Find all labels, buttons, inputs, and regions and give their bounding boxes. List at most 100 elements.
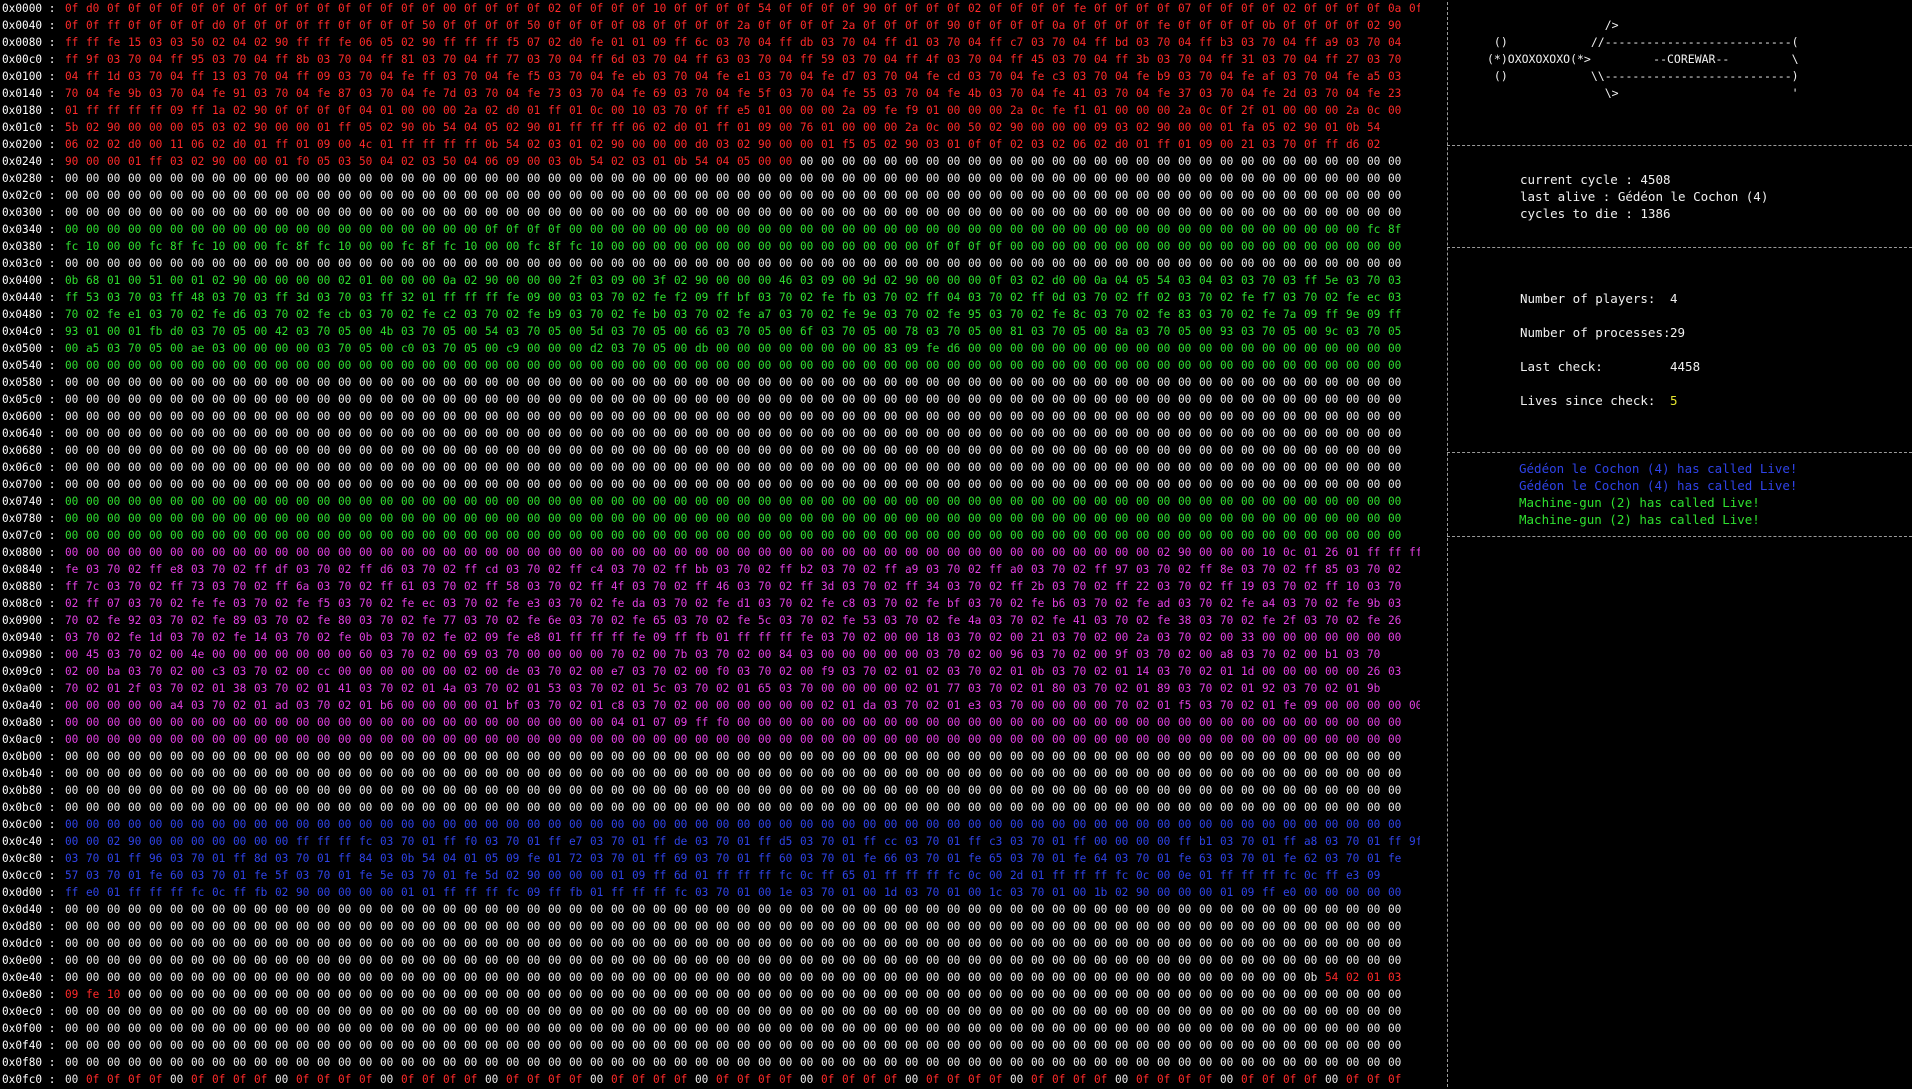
memory-byte: 00 <box>149 1022 163 1035</box>
memory-byte: 31 <box>1241 53 1255 66</box>
memory-byte: 00 <box>212 206 226 219</box>
memory-byte: 00 <box>1178 461 1192 474</box>
memory-byte: 00 <box>254 393 268 406</box>
memory-byte: 01 <box>926 104 940 117</box>
memory-byte: 00 <box>275 529 289 542</box>
memory-byte: 00 <box>863 920 877 933</box>
memory-byte: 54 <box>590 155 604 168</box>
memory-byte: 00 <box>422 172 436 185</box>
memory-byte: 00 <box>464 750 478 763</box>
memory-cells: 00 00 00 00 00 00 00 00 00 00 00 00 00 00 00 00 00 00 00 00… <box>65 255 1415 272</box>
memory-byte: 00 <box>590 869 604 882</box>
memory-byte: 00 <box>443 954 457 967</box>
memory-byte: 00 <box>947 971 961 984</box>
stat-value-highlight: 5 <box>1670 393 1678 408</box>
memory-byte: 00 <box>1157 257 1171 270</box>
memory-byte: 03 <box>107 342 121 355</box>
memory-byte: 00 <box>758 733 772 746</box>
memory-byte: 00 <box>800 138 814 151</box>
memory-byte: 00 <box>716 206 730 219</box>
memory-byte: 0f <box>485 2 499 15</box>
memory-row: 0x0f40 :00 00 00 00 00 00 00 00 00 00 00 00 00 00 00 00… <box>2 1037 1401 1054</box>
memory-byte: 0f <box>65 19 79 32</box>
memory-byte: fb <box>842 291 856 304</box>
memory-byte: 00 <box>1346 750 1360 763</box>
memory-byte: 02 <box>1136 699 1150 712</box>
memory-byte: 00 <box>422 733 436 746</box>
memory-byte: 00 <box>548 427 562 440</box>
memory-byte: 00 <box>1220 359 1234 372</box>
memory-byte: 70 <box>1052 325 1066 338</box>
memory-byte: a8 <box>1304 835 1318 848</box>
memory-byte: 00 <box>779 444 793 457</box>
memory-byte: 00 <box>569 767 583 780</box>
memory-byte: 00 <box>1262 801 1276 814</box>
memory-byte: 00 <box>65 206 79 219</box>
memory-byte: 00 <box>527 461 541 474</box>
memory-byte: 01 <box>401 886 415 899</box>
memory-byte: 02 <box>380 597 394 610</box>
memory-byte: 00 <box>968 393 982 406</box>
memory-byte: 02 <box>716 614 730 627</box>
memory-byte: 00 <box>191 937 205 950</box>
memory-byte: 00 <box>1325 427 1339 440</box>
memory-byte: 00 <box>632 920 646 933</box>
memory-byte: 00 <box>1199 733 1213 746</box>
memory-byte: 03 <box>716 138 730 151</box>
memory-byte: 0f <box>506 2 520 15</box>
memory-byte: 00 <box>1388 155 1402 168</box>
memory-byte: d0 <box>1052 274 1066 287</box>
memory-byte: 02 <box>1031 308 1045 321</box>
memory-byte: 02 <box>1052 138 1066 151</box>
memory-byte: 0f <box>422 1073 436 1086</box>
memory-byte: 57 <box>65 869 79 882</box>
memory-byte: 00 <box>359 495 373 508</box>
memory-byte: 58 <box>506 580 520 593</box>
memory-byte: 03 <box>569 291 583 304</box>
memory-byte: 00 <box>464 801 478 814</box>
memory-byte: 0c <box>1136 869 1150 882</box>
memory-byte: 00 <box>569 325 583 338</box>
memory-byte: 00 <box>1241 920 1255 933</box>
memory-byte: e8 <box>527 631 541 644</box>
memory-row: 0x07c0 :00 00 00 00 00 00 00 00 00 00 00 00 00 00 00 00… <box>2 527 1401 544</box>
memory-byte: 00 <box>170 206 184 219</box>
memory-byte: 03 <box>1262 580 1276 593</box>
memory-byte: 00 <box>1325 461 1339 474</box>
memory-row: 0x0540 :00 00 00 00 00 00 00 00 00 00 00 00 00 00 00 00… <box>2 357 1401 374</box>
memory-byte: 00 <box>191 478 205 491</box>
memory-byte: 00 <box>1346 376 1360 389</box>
memory-byte: 00 <box>380 461 394 474</box>
memory-byte: 00 <box>590 988 604 1001</box>
memory-byte: 0f <box>233 2 247 15</box>
memory-byte: 02 <box>233 121 247 134</box>
memory-byte: 00 <box>1031 784 1045 797</box>
memory-byte: fe <box>611 597 625 610</box>
memory-byte: 00 <box>317 988 331 1001</box>
memory-byte: 00 <box>1367 886 1381 899</box>
memory-byte: 00 <box>1115 104 1129 117</box>
memory-byte: 00 <box>401 410 415 423</box>
memory-byte: 4e <box>191 648 205 661</box>
memory-byte: 00 <box>947 393 961 406</box>
memory-byte: 87 <box>338 87 352 100</box>
memory-byte: 00 <box>1031 1039 1045 1052</box>
memory-byte: 23 <box>1388 87 1402 100</box>
memory-byte: 00 <box>821 920 835 933</box>
memory-byte: 03 <box>800 648 814 661</box>
memory-byte: ff <box>905 580 919 593</box>
memory-byte: fe <box>1157 87 1171 100</box>
memory-byte: 70 <box>968 53 982 66</box>
memory-byte: 00 <box>653 512 667 525</box>
memory-byte: 03 <box>338 155 352 168</box>
memory-byte: 00 <box>107 376 121 389</box>
memory-cells: 70 02 fe e1 03 70 02 fe d6 03 70 02 fe cb 03 70 02 fe c2 03… <box>65 306 1415 323</box>
memory-byte: 00 <box>611 444 625 457</box>
memory-cells: 00 00 00 00 00 00 00 00 00 00 00 00 00 00 00 00 00 00 00 00… <box>65 714 1415 731</box>
memory-row: 0x0140 :70 04 fe 9b 03 70 04 fe 91 03 70 04 fe 87 03 70… <box>2 85 1401 102</box>
memory-byte: 0f <box>779 19 793 32</box>
memory-byte: 00 <box>254 648 268 661</box>
memory-byte: 00 <box>1262 988 1276 1001</box>
memory-byte: 00 <box>800 971 814 984</box>
memory-byte: 00 <box>989 767 1003 780</box>
